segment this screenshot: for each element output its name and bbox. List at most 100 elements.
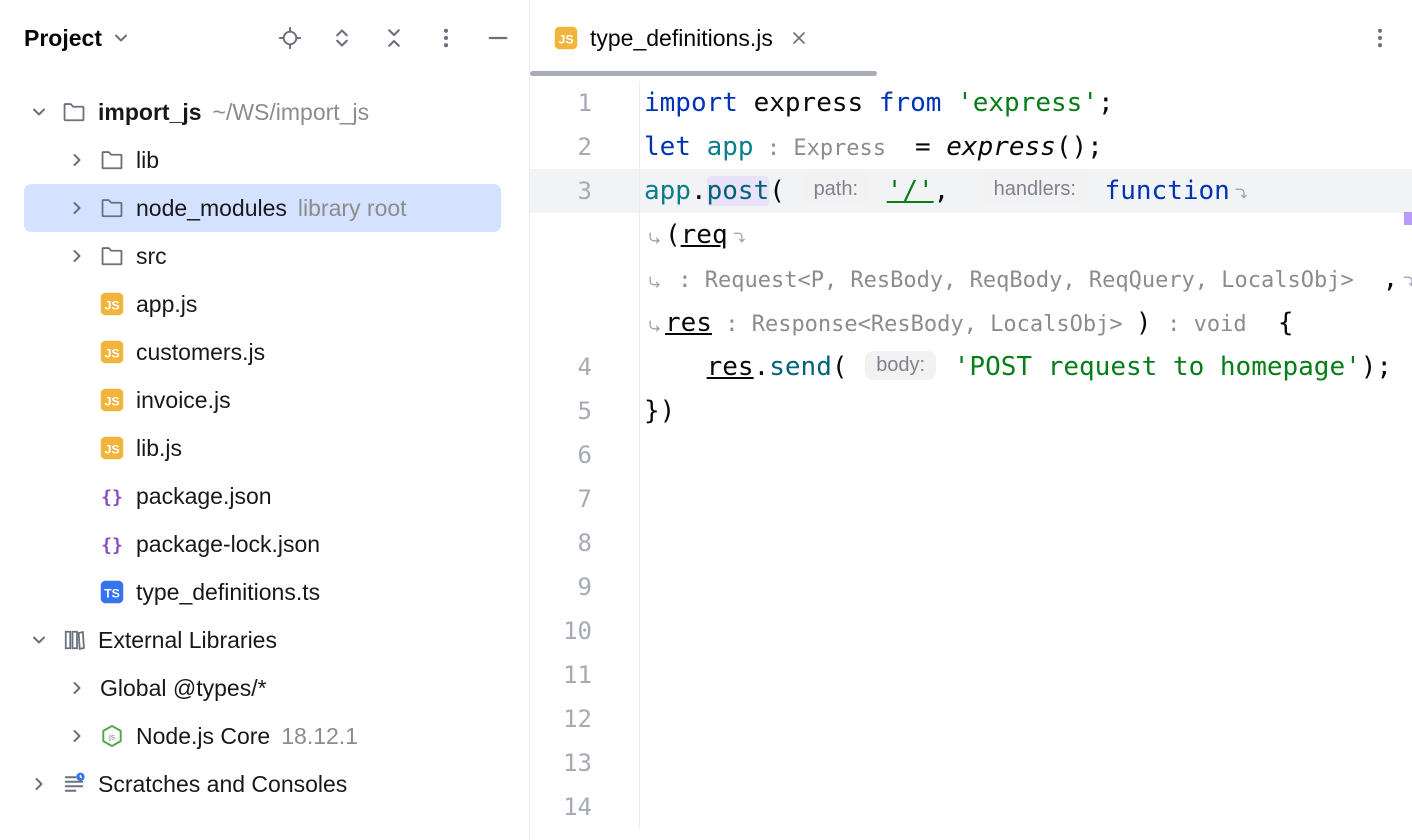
tree-item-lib-js[interactable]: JS lib.js <box>24 424 501 472</box>
tree-item-src[interactable]: src <box>24 232 501 280</box>
project-toolbar <box>275 23 513 53</box>
code-token: }) <box>644 396 675 426</box>
line-number: 4 <box>530 345 640 389</box>
code-line-content[interactable] <box>640 697 1412 741</box>
inlay-type-hint: : Response<ResBody, LocalsObj> <box>712 312 1136 337</box>
code-token: res <box>665 308 712 338</box>
line-number: 14 <box>530 785 640 829</box>
code-line: 2let app : Express = express(); <box>530 125 1412 169</box>
code-line-content[interactable] <box>640 477 1412 521</box>
chevron-right-icon[interactable] <box>62 193 92 223</box>
wrap-end-icon <box>1233 171 1248 213</box>
code-line: 13 <box>530 741 1412 785</box>
code-token: { <box>1247 308 1294 338</box>
kebab-menu-icon[interactable] <box>1368 26 1392 50</box>
line-number <box>530 257 640 301</box>
code-line-content[interactable]: res : Response<ResBody, LocalsObj> ) : v… <box>640 301 1412 345</box>
code-line-content[interactable]: : Request<P, ResBody, ReqBody, ReqQuery,… <box>640 257 1412 301</box>
project-panel-title[interactable]: Project <box>24 25 131 52</box>
code-line: 1import express from 'express'; <box>530 81 1412 125</box>
code-line-content[interactable]: import express from 'express'; <box>640 81 1412 125</box>
code-token: express <box>946 132 1056 162</box>
tree-item-package-lock-json[interactable]: {}package-lock.json <box>24 520 501 568</box>
tree-item-label: lib.js <box>136 435 182 462</box>
tree-item-global-types[interactable]: Global @types/* <box>24 664 501 712</box>
code-line: 12 <box>530 697 1412 741</box>
code-line-content[interactable] <box>640 521 1412 565</box>
tree-item-scratches-and-consoles[interactable]: Scratches and Consoles <box>24 760 501 808</box>
inlay-hint-chip: body: <box>865 351 936 380</box>
wrap-end-icon <box>731 215 746 257</box>
code-token <box>871 176 887 206</box>
code-line-content[interactable] <box>640 433 1412 477</box>
tree-item-label: import_js <box>98 99 202 126</box>
tree-item-customers-js[interactable]: JS customers.js <box>24 328 501 376</box>
editor-tab-bar: JS type_definitions.js <box>530 0 1412 76</box>
tree-item-secondary: library root <box>298 195 407 222</box>
code-line-content[interactable] <box>640 565 1412 609</box>
tree-item-import-js[interactable]: import_js ~/WS/import_js <box>24 88 501 136</box>
svg-text:JS: JS <box>104 394 119 408</box>
code-token: app <box>644 176 691 206</box>
tree-item-label: type_definitions.ts <box>136 579 320 606</box>
editor-tab[interactable]: JS type_definitions.js <box>538 0 825 76</box>
svg-text:js: js <box>108 732 115 742</box>
chevron-right-icon[interactable] <box>24 769 54 799</box>
chevron-spacer <box>62 337 92 367</box>
code-line-content[interactable] <box>640 653 1412 697</box>
tree-item-type-definitions-ts[interactable]: TStype_definitions.ts <box>24 568 501 616</box>
code-token: express <box>738 88 879 118</box>
chevron-right-icon[interactable] <box>62 241 92 271</box>
svg-text:JS: JS <box>104 442 119 456</box>
tree-item-secondary: ~/WS/import_js <box>213 99 370 126</box>
tree-item-label: customers.js <box>136 339 265 366</box>
chevron-down-icon[interactable] <box>24 97 54 127</box>
code-line: (req <box>530 213 1412 257</box>
folder-icon <box>100 148 124 172</box>
project-tool-window: Project import_js ~/WS/import_jslib node_m… <box>0 0 530 840</box>
code-token: ; <box>1098 88 1114 118</box>
code-line-content[interactable] <box>640 785 1412 829</box>
tree-item-external-libraries[interactable]: External Libraries <box>24 616 501 664</box>
code-token <box>691 132 707 162</box>
code-line-content[interactable]: let app : Express = express(); <box>640 125 1412 169</box>
code-token: (); <box>1056 132 1103 162</box>
tree-item-node-modules[interactable]: node_moduleslibrary root <box>24 184 501 232</box>
tree-item-label: invoice.js <box>136 387 231 414</box>
collapse-all-icon[interactable] <box>379 23 409 53</box>
code-line-content[interactable]: app.post( path: '/', handlers: function <box>640 169 1412 213</box>
tree-item-label: Global @types/* <box>100 675 267 702</box>
kebab-menu-icon[interactable] <box>431 23 461 53</box>
editor-pane: JS type_definitions.js 1import express f… <box>530 0 1412 840</box>
chevron-down-icon[interactable] <box>24 625 54 655</box>
chevron-spacer <box>62 577 92 607</box>
scrollbar-mark[interactable] <box>1404 212 1412 225</box>
expand-all-icon[interactable] <box>327 23 357 53</box>
chevron-right-icon[interactable] <box>62 673 92 703</box>
tree-item-lib[interactable]: lib <box>24 136 501 184</box>
tree-item-node-js-core[interactable]: jsNode.js Core18.12.1 <box>24 712 501 760</box>
svg-text:JS: JS <box>104 346 119 360</box>
project-tree: import_js ~/WS/import_jslib node_modulesli… <box>0 88 529 840</box>
js-file-icon: JS <box>100 292 124 316</box>
tree-item-package-json[interactable]: {}package.json <box>24 472 501 520</box>
code-line-content[interactable] <box>640 741 1412 785</box>
code-line-content[interactable]: res.send( body: 'POST request to homepag… <box>640 345 1412 389</box>
chevron-right-icon[interactable] <box>62 721 92 751</box>
line-number: 3 <box>530 169 640 213</box>
tree-item-label: lib <box>136 147 159 174</box>
chevron-right-icon[interactable] <box>62 145 92 175</box>
code-line: 14 <box>530 785 1412 829</box>
hide-icon[interactable] <box>483 23 513 53</box>
js-file-icon: JS <box>100 388 124 412</box>
code-line-content[interactable] <box>640 609 1412 653</box>
code-line-content[interactable]: }) <box>640 389 1412 433</box>
js-file-icon: JS <box>554 26 578 50</box>
tree-item-invoice-js[interactable]: JS invoice.js <box>24 376 501 424</box>
close-icon[interactable] <box>789 28 809 48</box>
code-token: ); <box>1361 352 1392 382</box>
code-token: function <box>1105 176 1230 206</box>
target-icon[interactable] <box>275 23 305 53</box>
code-line-content[interactable]: (req <box>640 213 1412 257</box>
tree-item-app-js[interactable]: JSapp.js <box>24 280 501 328</box>
